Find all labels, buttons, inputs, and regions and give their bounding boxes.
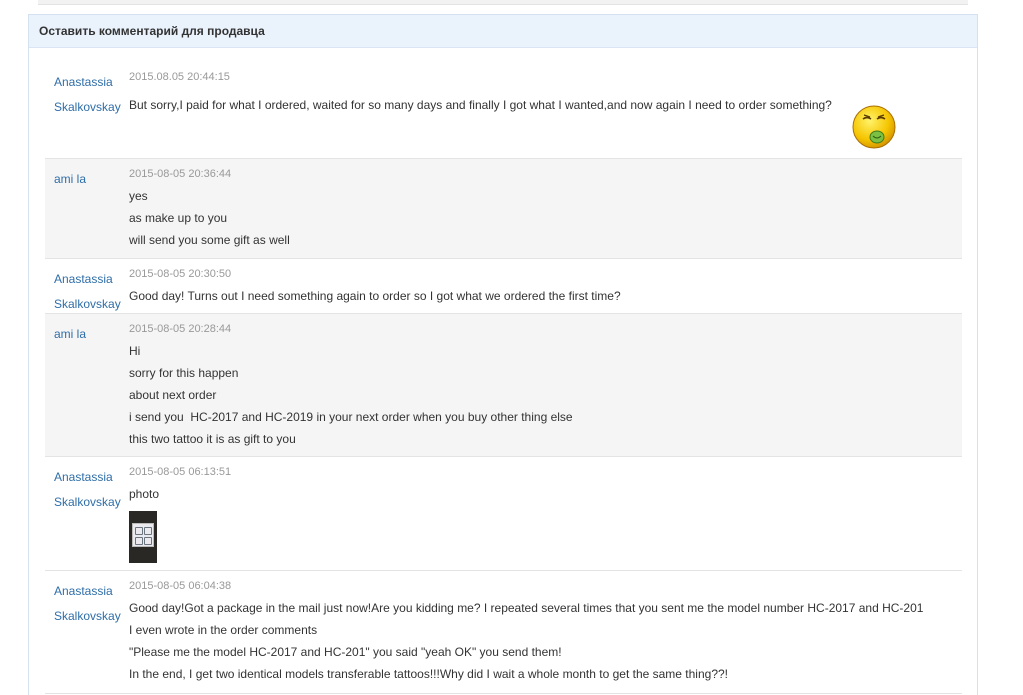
message-text: But sorry,I paid for what I ordered, wai…	[129, 98, 832, 112]
author-last-name[interactable]: Skalkovskay	[54, 604, 126, 629]
message-text: sorry for this happen	[129, 366, 239, 380]
author-last-name[interactable]: Skalkovskay	[54, 490, 126, 515]
message-date: 2015-08-05 06:13:51	[129, 466, 232, 478]
message-text: i send you HC-2017 and HC-2019 in your n…	[129, 410, 573, 424]
message-text: I even wrote in the order comments	[129, 623, 318, 637]
message-text: Good day!Got a package in the mail just …	[129, 601, 924, 615]
message-text: "Please me the model HC-2017 and HC-201"…	[129, 645, 562, 659]
message-author[interactable]: ami la	[54, 322, 126, 347]
panel-title: Оставить комментарий для продавца	[29, 15, 977, 48]
comment-panel: Оставить комментарий для продавца Anasta…	[28, 14, 978, 695]
message-author[interactable]: Anastassia Skalkovskay	[54, 465, 126, 515]
message-author[interactable]: Anastassia Skalkovskay	[54, 70, 126, 120]
message-item: Anastassia Skalkovskay 2015-08-05 06:04:…	[45, 571, 962, 694]
message-item: Anastassia Skalkovskay 2015-08-05 06:13:…	[45, 457, 962, 571]
message-text: photo	[129, 487, 160, 501]
message-author[interactable]: Anastassia Skalkovskay	[54, 267, 126, 317]
author-first-name[interactable]: Anastassia	[54, 465, 126, 490]
author-first-name[interactable]: Anastassia	[54, 579, 126, 604]
photo-content	[132, 523, 154, 547]
message-item: ami la 2015-08-05 20:28:44 Hi sorry for …	[45, 314, 962, 457]
previous-section-edge	[38, 0, 968, 5]
message-thread: Anastassia Skalkovskay 2015.08.05 20:44:…	[45, 62, 962, 694]
message-text: as make up to you	[129, 211, 228, 225]
message-text: Hi	[129, 344, 141, 358]
message-text: yes	[129, 189, 148, 203]
message-text: this two tattoo it is as gift to you	[129, 432, 296, 446]
message-author[interactable]: Anastassia Skalkovskay	[54, 579, 126, 629]
message-item: Anastassia Skalkovskay 2015.08.05 20:44:…	[45, 62, 962, 159]
message-author[interactable]: ami la	[54, 167, 126, 192]
message-date: 2015.08.05 20:44:15	[129, 71, 230, 83]
photo-thumbnail[interactable]	[129, 511, 157, 563]
message-date: 2015-08-05 20:28:44	[129, 323, 232, 335]
author-last-name[interactable]: Skalkovskay	[54, 95, 126, 120]
message-date: 2015-08-05 20:36:44	[129, 168, 232, 180]
message-date: 2015-08-05 06:04:38	[129, 580, 232, 592]
message-text: about next order	[129, 388, 217, 402]
author-first-name[interactable]: Anastassia	[54, 267, 126, 292]
message-date: 2015-08-05 20:30:50	[129, 268, 232, 280]
message-text: Good day! Turns out I need something aga…	[129, 289, 621, 303]
author-first-name[interactable]: Anastassia	[54, 70, 126, 95]
message-item: ami la 2015-08-05 20:36:44 yes as make u…	[45, 159, 962, 259]
sick-smiley-icon	[852, 105, 896, 149]
author-name[interactable]: ami la	[54, 167, 126, 192]
message-item: Anastassia Skalkovskay 2015-08-05 20:30:…	[45, 259, 962, 314]
author-name[interactable]: ami la	[54, 322, 126, 347]
message-text: will send you some gift as well	[129, 233, 290, 247]
